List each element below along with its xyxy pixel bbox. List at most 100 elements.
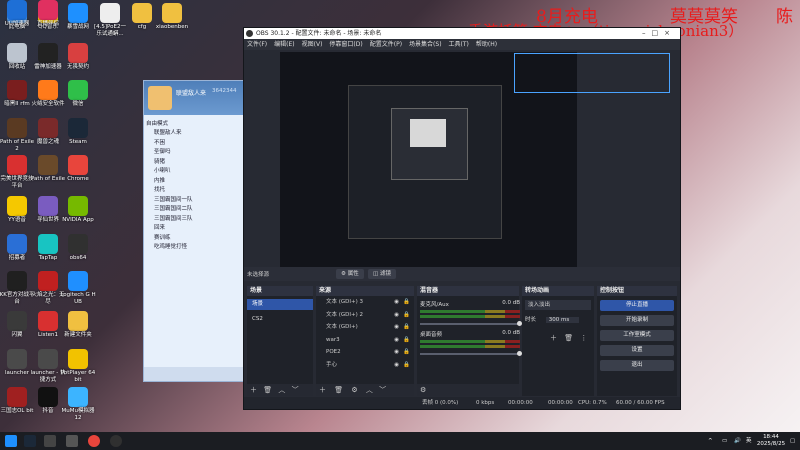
taskbar-app-icon[interactable] — [44, 435, 56, 447]
desktop-icon[interactable]: 微信 — [60, 80, 96, 108]
visibility-icon[interactable]: ◉ — [394, 296, 399, 309]
desktop-icon[interactable]: 无畏契约 — [60, 43, 96, 71]
scene-item-0[interactable]: 场景 — [247, 299, 313, 310]
input-language[interactable]: 英 — [746, 432, 752, 450]
chat-list-item[interactable]: 回来 — [154, 223, 165, 231]
lock-icon[interactable]: 🔒 — [403, 309, 410, 322]
taskbar-app-icon[interactable] — [66, 435, 78, 447]
move-up-icon[interactable]: ︿ — [278, 386, 285, 394]
start-icon[interactable] — [5, 435, 17, 447]
transition-duration[interactable]: 时长 300 ms — [525, 315, 591, 325]
obs-title-bar[interactable]: OBS 30.1.2 - 配置文件: 未命名 - 场景: 未命名 –□× — [244, 28, 680, 39]
desktop-icon[interactable]: Logitech G HUB — [60, 271, 96, 306]
lock-icon[interactable]: 🔒 — [403, 334, 410, 347]
desktop-icon[interactable]: NVIDIA App — [60, 196, 96, 224]
desktop-icon[interactable]: 直播伴侣 — [30, 0, 66, 28]
volume-slider[interactable] — [420, 321, 522, 326]
source-down-icon[interactable]: ﹀ — [379, 386, 386, 394]
avatar[interactable] — [148, 86, 172, 110]
scenes-dock: 场景 场景 CS2 ＋ 🗑 ︿ ﹀ — [247, 286, 313, 396]
source-settings-icon[interactable]: ⚙ — [351, 386, 357, 394]
desktop-icon[interactable]: [4.5]PoE2一乐试通蟒... — [92, 3, 128, 38]
visibility-icon[interactable]: ◉ — [394, 334, 399, 347]
chat-list-item[interactable]: 赛训练 — [154, 233, 171, 241]
chat-list-item[interactable]: 吃鸡睡觉打怪 — [154, 242, 187, 250]
add-scene-icon[interactable]: ＋ — [250, 386, 257, 394]
app-icon — [38, 271, 58, 291]
lock-icon[interactable]: 🔒 — [403, 359, 410, 372]
transition-select[interactable]: 淡入淡出 — [525, 300, 591, 310]
obs-window[interactable]: OBS 30.1.2 - 配置文件: 未命名 - 场景: 未命名 –□× 文件(… — [243, 27, 681, 410]
tray-chevron-icon[interactable]: ^ — [708, 432, 713, 450]
settings-button[interactable]: 设置 — [600, 345, 674, 356]
source-item[interactable]: 文本 (GDI+) 2 ◉ 🔒 — [316, 309, 414, 322]
visibility-icon[interactable]: ◉ — [394, 359, 399, 372]
lock-icon[interactable]: 🔒 — [403, 321, 410, 334]
desktop-icon[interactable]: Steam — [60, 118, 96, 146]
chat-list-item[interactable]: 圣御吗 — [154, 147, 171, 155]
properties-button[interactable]: ⚙ 属性 — [336, 269, 364, 279]
chat-list-item[interactable]: 三国霸国间一队 — [154, 195, 193, 203]
source-up-icon[interactable]: ︿ — [366, 386, 373, 394]
duration-field[interactable]: 300 ms — [545, 317, 580, 323]
source-item[interactable]: POE2 ◉ 🔒 — [316, 346, 414, 359]
chat-list-item[interactable]: 内推 — [154, 176, 165, 184]
source-selection-box[interactable] — [514, 53, 670, 93]
volume-icon[interactable]: 🔊 — [734, 432, 741, 450]
move-down-icon[interactable]: ﹀ — [292, 386, 299, 394]
volume-slider[interactable] — [420, 351, 522, 356]
chat-toolbar[interactable] — [144, 367, 244, 381]
transition-menu-icon[interactable]: ⋮ — [580, 334, 587, 342]
menu-item[interactable]: 工具(T) — [449, 41, 469, 48]
source-item[interactable]: 文本 (GDI+) 3 ◉ 🔒 — [316, 296, 414, 309]
desktop-icon[interactable]: obs64 — [60, 234, 96, 262]
chat-list-item[interactable]: 小喇叭 — [154, 166, 171, 174]
chat-window[interactable]: 联盟敌人来 3642344 自由模式 联盟敌人来 不困 圣御吗 骑猪 小喇叭 内推 找托 三国… — [143, 80, 245, 382]
chat-list-item[interactable]: 找托 — [154, 185, 165, 193]
desktop-icon[interactable]: xiaobenben — [154, 3, 190, 31]
visibility-icon[interactable]: ◉ — [394, 321, 399, 334]
start-recording-button[interactable]: 开始录制 — [600, 315, 674, 326]
add-source-icon[interactable]: ＋ — [319, 386, 326, 394]
visibility-icon[interactable]: ◉ — [394, 309, 399, 322]
desktop-icon[interactable]: Chrome — [60, 155, 96, 183]
chat-list-item[interactable]: 三国霸国间二队 — [154, 204, 193, 212]
stop-streaming-button[interactable]: 停止直播 — [600, 300, 674, 311]
menu-item[interactable]: 停靠窗口(D) — [329, 41, 362, 48]
remove-transition-icon[interactable]: 🗑 — [564, 334, 573, 342]
source-item[interactable]: 文本 (GDI+) ◉ 🔒 — [316, 321, 414, 334]
mixer-settings-icon[interactable]: ⚙ — [420, 386, 426, 394]
source-item[interactable]: war3 ◉ 🔒 — [316, 334, 414, 347]
taskbar-steam-icon[interactable] — [24, 435, 36, 447]
visibility-icon[interactable]: ◉ — [394, 346, 399, 359]
chat-list-item[interactable]: 三国霸国间三队 — [154, 214, 193, 222]
window-controls[interactable]: –□× — [642, 28, 676, 39]
exit-button[interactable]: 退出 — [600, 360, 674, 371]
chat-list-item[interactable]: 不困 — [154, 138, 165, 146]
chat-list-item[interactable]: 骑猪 — [154, 157, 165, 165]
menu-item[interactable]: 文件(F) — [247, 41, 267, 48]
studio-mode-button[interactable]: 工作室模式 — [600, 330, 674, 341]
clock[interactable]: 18:44 2025/8/25 — [754, 434, 788, 448]
desktop-icon[interactable]: 新建文件夹 — [60, 311, 96, 339]
taskbar-chrome-icon[interactable] — [88, 435, 100, 447]
remove-source-icon[interactable]: 🗑 — [334, 386, 343, 394]
filters-button[interactable]: ◫ 滤镜 — [368, 269, 396, 279]
lock-icon[interactable]: 🔒 — [403, 346, 410, 359]
desktop-icon[interactable]: MuMu模拟器12 — [60, 387, 96, 422]
taskbar-obs-icon[interactable] — [110, 435, 122, 447]
chat-list-item[interactable]: 联盟敌人来 — [154, 128, 182, 136]
source-item[interactable]: 手心 ◉ 🔒 — [316, 359, 414, 372]
menu-item[interactable]: 场景集合(S) — [409, 41, 442, 48]
remove-scene-icon[interactable]: 🗑 — [263, 386, 272, 394]
menu-item[interactable]: 视图(V) — [302, 41, 323, 48]
lock-icon[interactable]: 🔒 — [403, 296, 410, 309]
menu-item[interactable]: 编辑(E) — [274, 41, 294, 48]
notification-icon[interactable]: ▢ — [790, 432, 795, 450]
network-icon[interactable]: ▭ — [722, 432, 727, 450]
scene-item-1[interactable]: CS2 — [247, 314, 313, 325]
add-transition-icon[interactable]: ＋ — [550, 334, 557, 342]
menu-item[interactable]: 配置文件(P) — [370, 41, 402, 48]
menu-item[interactable]: 帮助(H) — [476, 41, 497, 48]
desktop-icon[interactable]: PotPlayer 64 bit — [60, 349, 96, 384]
